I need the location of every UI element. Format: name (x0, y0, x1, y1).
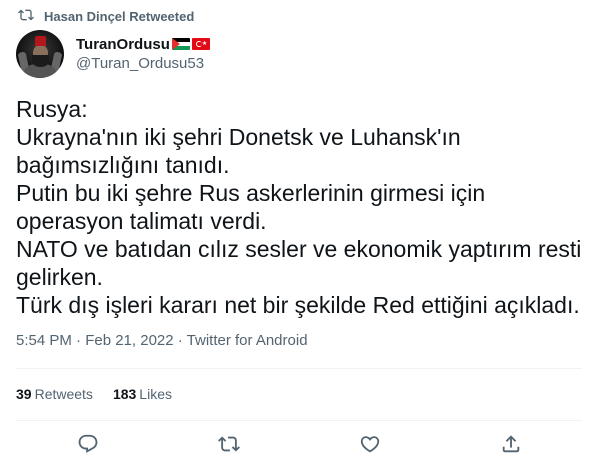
tweet-stats: 39 Retweets 183 Likes (16, 384, 172, 404)
tweet-line: Ukrayna'nın iki şehri Donetsk ve Luhansk… (16, 124, 461, 150)
retweet-button[interactable] (217, 432, 241, 456)
tweet-line: Türk dış işleri kararı net bir şekilde R… (16, 292, 580, 318)
turkey-flag-icon: ★ (191, 38, 210, 50)
avatar[interactable] (16, 30, 64, 78)
tweet-line: Rusya: (16, 96, 88, 122)
like-icon (360, 436, 380, 453)
tweet-line: Putin bu iki şehre Rus askerlerinin girm… (16, 180, 486, 206)
tweet-meta[interactable]: 5:54 PM · Feb 21, 2022 · Twitter for And… (16, 331, 308, 351)
share-icon (502, 435, 520, 453)
retweets-count: 39 (16, 386, 32, 402)
author-block[interactable]: TuranOrdusu ★ @Turan_Ordusu53 (16, 30, 210, 78)
divider (16, 368, 582, 369)
tweet-line: gelirken. (16, 264, 103, 290)
tweet-line: bağımsızlığını tanıdı. (16, 152, 230, 178)
retweet-icon (218, 436, 240, 452)
tweet-text: Rusya: Ukrayna'nın iki şehri Donetsk ve … (16, 95, 586, 319)
likes-stat[interactable]: 183 Likes (113, 384, 172, 404)
author-handle[interactable]: @Turan_Ordusu53 (76, 54, 210, 74)
retweet-icon (18, 7, 34, 26)
social-context-label: Hasan Dinçel Retweeted (44, 8, 195, 24)
divider (16, 420, 582, 421)
share-button[interactable] (499, 432, 523, 456)
reply-icon (78, 434, 98, 453)
retweets-stat[interactable]: 39 Retweets (16, 384, 93, 404)
tweet: Hasan Dinçel Retweeted TuranOrdusu ★ @Tu… (0, 0, 598, 469)
likes-count: 183 (112, 386, 137, 402)
reply-button[interactable] (76, 432, 100, 456)
tweet-line: NATO ve batıdan cılız sesler ve ekonomik… (16, 236, 582, 262)
like-button[interactable] (358, 432, 382, 456)
retweets-label: Retweets (34, 386, 93, 402)
social-context[interactable]: Hasan Dinçel Retweeted (18, 8, 194, 24)
action-bar (0, 432, 598, 460)
author-display-name[interactable]: TuranOrdusu (76, 36, 170, 53)
author-names: TuranOrdusu ★ @Turan_Ordusu53 (76, 34, 210, 74)
palestine-flag-icon (171, 38, 190, 50)
tweet-line: operasyon talimatı verdi. (16, 208, 267, 234)
likes-label: Likes (139, 386, 172, 402)
